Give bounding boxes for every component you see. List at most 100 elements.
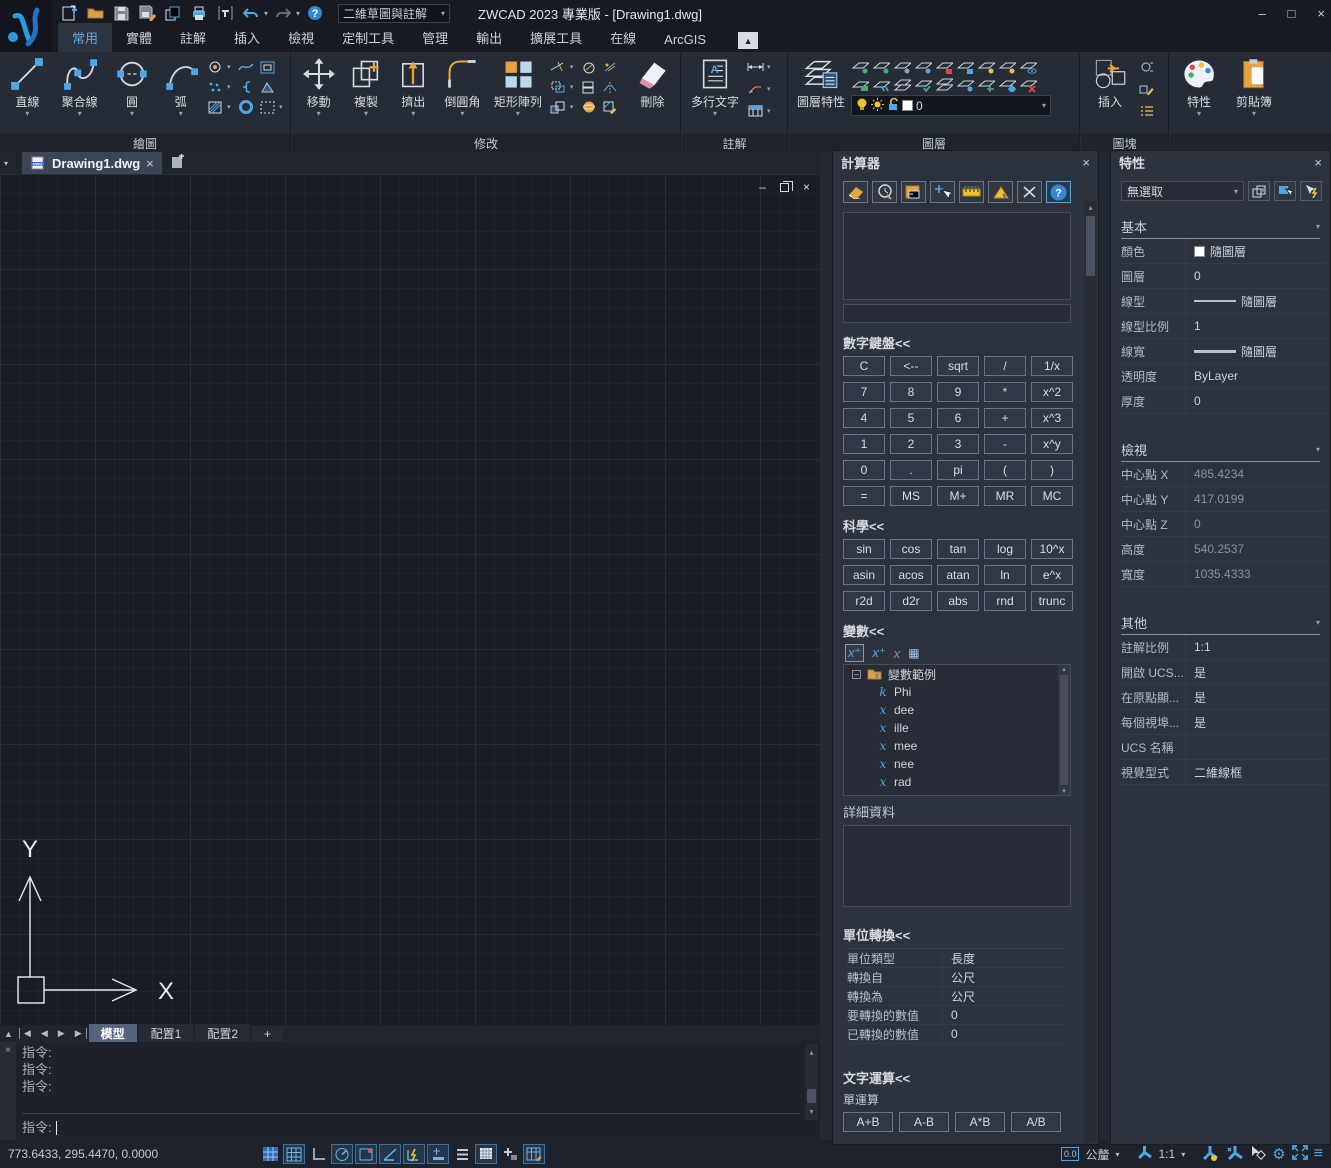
plot-preview-icon[interactable] <box>162 3 184 23</box>
grid-toggle-icon[interactable] <box>259 1144 281 1164</box>
layer-unlock-icon[interactable] <box>956 58 974 74</box>
tab-arcgis[interactable]: ArcGIS <box>650 27 720 52</box>
calc-key[interactable]: M+ <box>937 486 979 506</box>
scrollbar-thumb[interactable] <box>807 1089 816 1103</box>
select-objects-icon[interactable] <box>1274 181 1296 201</box>
calc-key[interactable]: C <box>843 356 885 376</box>
dynamic-input-toggle-icon[interactable] <box>403 1144 425 1164</box>
sun-icon[interactable] <box>871 98 884 114</box>
osnap-toggle-icon[interactable] <box>355 1144 377 1164</box>
snap-toggle-icon[interactable] <box>283 1144 305 1164</box>
scale-icon[interactable] <box>549 99 567 115</box>
statusbar-menu-icon[interactable]: ≡ <box>1314 1145 1323 1163</box>
edit-variable-icon[interactable]: x⁺ <box>872 645 885 661</box>
layer-on-icon[interactable] <box>872 58 890 74</box>
scroll-up-icon[interactable]: ▴ <box>1062 665 1066 673</box>
op-button[interactable]: A-B <box>899 1112 949 1132</box>
tab-layout1[interactable]: 配置1 <box>139 1024 194 1043</box>
calculator-close-icon[interactable]: × <box>1082 155 1090 170</box>
auto-annotation-icon[interactable] <box>1225 1145 1243 1164</box>
document-tab[interactable]: DWG Drawing1.dwg × <box>22 152 162 174</box>
sci-key[interactable]: sin <box>843 539 885 559</box>
maximize-button[interactable]: □ <box>1288 6 1296 21</box>
variable-item[interactable]: xille <box>844 719 1070 737</box>
chevron-down-icon[interactable]: ▾ <box>767 85 774 93</box>
delete-duplicate-icon[interactable] <box>601 59 619 75</box>
variable-item[interactable]: xmee <box>844 737 1070 755</box>
quick-select-icon[interactable] <box>1248 181 1270 201</box>
layer-lock-icon[interactable] <box>935 58 953 74</box>
calculator-input[interactable] <box>843 304 1071 323</box>
app-logo-icon[interactable] <box>0 0 52 52</box>
sphere-icon[interactable] <box>580 99 598 115</box>
calc-key[interactable]: . <box>890 460 932 480</box>
layer-merge-icon[interactable] <box>935 76 953 92</box>
layer-delete-icon[interactable] <box>1019 76 1037 92</box>
sci-key[interactable]: e^x <box>1031 565 1073 585</box>
properties-title-bar[interactable]: 特性 × <box>1111 151 1330 173</box>
polar-toggle-icon[interactable] <box>331 1144 353 1164</box>
insert-block-button[interactable]: 插入 <box>1085 55 1135 110</box>
section-view[interactable]: 檢視▾ <box>1121 440 1320 462</box>
scroll-down-icon[interactable]: ▾ <box>1062 787 1066 795</box>
open-folder-icon[interactable] <box>84 3 106 23</box>
add-layout-button[interactable]: + <box>252 1026 283 1042</box>
unlock-icon[interactable] <box>887 98 899 114</box>
variable-item[interactable]: xvee <box>844 791 1070 796</box>
offset-icon[interactable] <box>549 79 567 95</box>
bulb-on-icon[interactable] <box>856 98 868 114</box>
spline-icon[interactable] <box>237 59 255 75</box>
calc-key[interactable]: pi <box>937 460 979 480</box>
dimension-icon[interactable] <box>746 59 764 75</box>
trim-icon[interactable] <box>549 59 567 75</box>
region-icon[interactable] <box>258 79 276 95</box>
layer-off-icon[interactable] <box>851 58 869 74</box>
toggle-pickadd-icon[interactable] <box>1300 181 1322 201</box>
rect-array-button[interactable]: 矩形陣列▾ <box>489 55 547 118</box>
mtext-button[interactable]: A 多行文字▾ <box>686 55 744 118</box>
tab-express-tools[interactable]: 擴展工具 <box>516 23 596 52</box>
scale-dropdown-icon[interactable]: ▾ <box>1181 1150 1185 1159</box>
ortho-toggle-icon[interactable] <box>307 1144 329 1164</box>
variable-item[interactable]: xrad <box>844 773 1070 791</box>
redo-icon[interactable] <box>272 3 294 23</box>
block-define-icon[interactable] <box>1137 59 1155 75</box>
workspace-dropdown[interactable]: 二維草圖與註解 ▾ <box>338 4 450 23</box>
calculator-scrollbar[interactable]: ▴ <box>1084 201 1097 1143</box>
paste-to-commandline-icon[interactable] <box>901 181 926 203</box>
tab-layout2[interactable]: 配置2 <box>195 1024 250 1043</box>
sci-key[interactable]: asin <box>843 565 885 585</box>
calc-key[interactable]: MS <box>890 486 932 506</box>
new-variable-icon[interactable]: x⁺ <box>845 644 864 662</box>
units-format-icon[interactable]: 0.0 <box>1061 1147 1080 1161</box>
settings-gear-icon[interactable]: ⚙ <box>1272 1145 1285 1163</box>
doc-restore-button[interactable] <box>780 183 789 192</box>
chevron-down-icon[interactable]: ▾ <box>227 63 234 71</box>
sci-key[interactable]: acos <box>890 565 932 585</box>
annotation-scale-value[interactable]: 1:1 <box>1159 1147 1176 1161</box>
sci-key[interactable]: abs <box>937 591 979 611</box>
measure-angle-icon[interactable] <box>988 181 1013 203</box>
doc-tab-list-icon[interactable]: ▾ <box>4 159 8 168</box>
attribute-manager-icon[interactable] <box>1137 103 1155 119</box>
tab-manage[interactable]: 管理 <box>408 23 462 52</box>
calc-key[interactable]: 9 <box>937 382 979 402</box>
sci-key[interactable]: cos <box>890 539 932 559</box>
layer-bulb-off-icon[interactable] <box>893 58 911 74</box>
circle-button[interactable]: 圓▾ <box>109 55 156 118</box>
fullscreen-icon[interactable] <box>1292 1145 1308 1163</box>
rectangle-tool-icon[interactable] <box>258 59 276 75</box>
op-button[interactable]: A+B <box>843 1112 893 1132</box>
unit-conversion-header[interactable]: 單位轉換<< <box>843 925 1084 944</box>
details-box[interactable] <box>843 825 1071 907</box>
command-scrollbar[interactable]: ▴ ▾ <box>805 1044 818 1120</box>
hatch-edit-icon[interactable] <box>601 99 619 115</box>
calc-key[interactable]: / <box>984 356 1026 376</box>
align-icon[interactable] <box>580 59 598 75</box>
variables-folder-row[interactable]: – x 變數範例 <box>844 665 1070 683</box>
calc-key[interactable]: <-- <box>890 356 932 376</box>
variable-item[interactable]: kPhi <box>844 683 1070 701</box>
cycle-select-icon[interactable] <box>451 1144 473 1164</box>
layer-match-icon[interactable] <box>893 76 911 92</box>
layer-freeze-icon[interactable] <box>914 58 932 74</box>
